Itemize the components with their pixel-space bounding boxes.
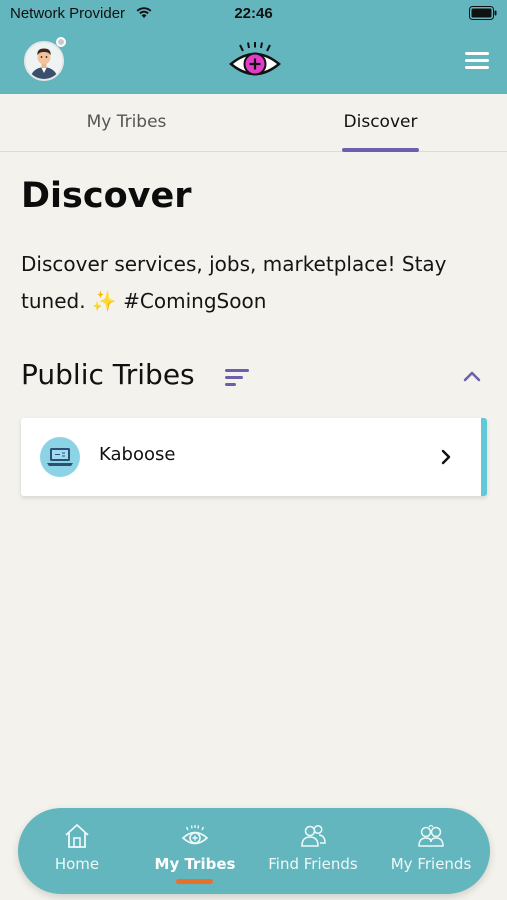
nav-my-tribes[interactable]: My Tribes (136, 808, 254, 894)
app-header: Network Provider 22:46 (0, 0, 507, 94)
bottom-navigation: Home My Tribes Find Friends My Friends (18, 808, 490, 894)
status-dot (56, 37, 66, 47)
page-description: Discover services, jobs, marketplace! St… (21, 252, 447, 313)
page-title: Discover (21, 176, 192, 216)
friends-icon (418, 824, 444, 847)
status-bar: Network Provider 22:46 (0, 0, 507, 28)
top-tabs: My Tribes Discover (0, 94, 507, 152)
people-icon (301, 824, 326, 847)
nav-my-friends[interactable]: My Friends (372, 808, 490, 894)
status-time: 22:46 (234, 5, 273, 22)
profile-avatar[interactable] (24, 41, 64, 81)
user-avatar-icon (26, 43, 62, 79)
hamburger-menu-icon[interactable] (465, 52, 489, 70)
app-bar (0, 28, 507, 94)
tab-discover[interactable]: Discover (254, 94, 507, 152)
nav-my-tribes-label: My Tribes (154, 855, 236, 873)
home-icon (65, 824, 89, 848)
nav-home-label: Home (54, 855, 100, 873)
nav-find-friends[interactable]: Find Friends (254, 808, 372, 894)
chevron-up-icon[interactable] (462, 369, 482, 383)
eye-plus-logo-icon (229, 42, 281, 76)
active-nav-indicator (176, 879, 213, 884)
eye-icon (181, 825, 209, 845)
sort-icon[interactable] (225, 369, 249, 387)
nav-home[interactable]: Home (18, 808, 136, 894)
chevron-right-icon (441, 449, 451, 465)
tribe-avatar (40, 437, 80, 477)
active-tab-indicator (342, 148, 419, 152)
nav-my-friends-label: My Friends (390, 855, 472, 873)
battery-icon (469, 6, 497, 20)
tab-my-tribes[interactable]: My Tribes (0, 94, 253, 152)
nav-find-friends-label: Find Friends (268, 855, 358, 873)
section-title: Public Tribes (21, 358, 195, 391)
laptop-icon (47, 448, 73, 466)
tribe-name: Kaboose (99, 444, 176, 465)
list-item[interactable]: Kaboose (21, 418, 487, 496)
